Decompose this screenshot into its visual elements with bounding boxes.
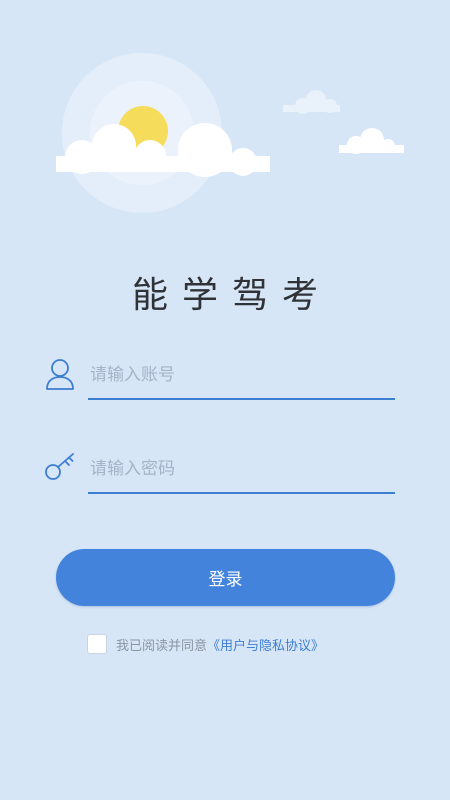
privacy-agreement-link[interactable]: 《用户与隐私协议》 bbox=[207, 635, 324, 654]
password-field bbox=[44, 450, 398, 506]
account-input[interactable] bbox=[88, 356, 398, 394]
app-title: 能学驾考 bbox=[131, 275, 332, 316]
small-cloud-right bbox=[339, 128, 404, 154]
agreement-row: 我已阅读并同意 《用户与隐私协议》 bbox=[87, 632, 324, 656]
agreement-checkbox[interactable] bbox=[87, 634, 107, 654]
user-icon bbox=[46, 359, 74, 390]
account-underline bbox=[88, 398, 395, 400]
password-input[interactable] bbox=[88, 450, 398, 488]
key-icon bbox=[45, 453, 74, 480]
password-underline bbox=[88, 492, 395, 494]
agreement-text: 我已阅读并同意 bbox=[116, 638, 208, 654]
sky-illustration bbox=[56, 53, 404, 213]
account-field bbox=[44, 356, 398, 412]
small-cloud-top bbox=[283, 90, 340, 114]
login-button[interactable]: 登录 bbox=[56, 549, 395, 606]
